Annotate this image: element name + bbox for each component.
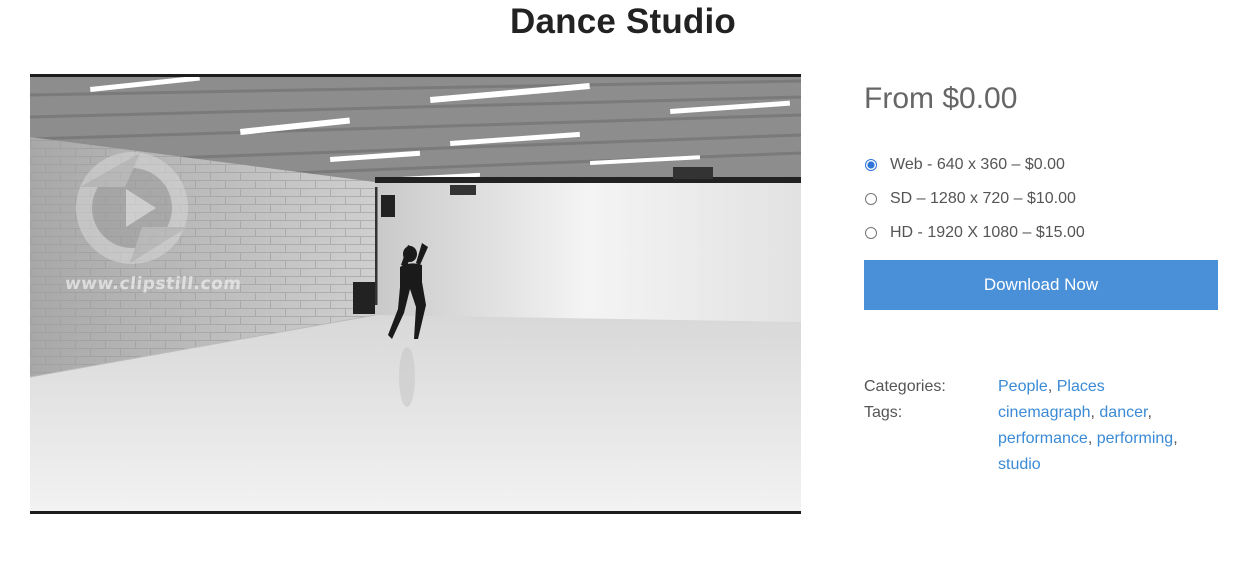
- download-now-button[interactable]: Download Now: [864, 260, 1218, 310]
- option-hd[interactable]: HD - 1920 X 1080 – $15.00: [864, 216, 1085, 250]
- tag-link-performance[interactable]: performance: [998, 430, 1088, 447]
- option-hd-label: HD - 1920 X 1080 – $15.00: [890, 224, 1085, 241]
- option-sd-label: SD – 1280 x 720 – $10.00: [890, 190, 1076, 207]
- categories-row: Categories: People, Places: [864, 374, 1198, 400]
- category-link-places[interactable]: Places: [1057, 378, 1105, 395]
- option-sd[interactable]: SD – 1280 x 720 – $10.00: [864, 182, 1085, 216]
- price-label: From $0.00: [864, 82, 1018, 115]
- option-web-radio[interactable]: [865, 159, 877, 171]
- product-meta: Categories: People, Places Tags: cinemag…: [864, 374, 1198, 478]
- tags-label: Tags:: [864, 404, 903, 421]
- product-video-still[interactable]: www.clipstill.com: [30, 74, 801, 514]
- page-title: Dance Studio: [509, 2, 737, 41]
- categories-label: Categories:: [864, 378, 946, 395]
- tag-link-performing[interactable]: performing: [1097, 430, 1173, 447]
- option-web[interactable]: Web - 640 x 360 – $0.00: [864, 148, 1085, 182]
- variation-options: Web - 640 x 360 – $0.00 SD – 1280 x 720 …: [864, 148, 1085, 250]
- watermark-text: www.clipstill.com: [63, 274, 243, 294]
- option-sd-radio[interactable]: [865, 193, 877, 205]
- tag-link-cinemagraph[interactable]: cinemagraph: [998, 404, 1091, 421]
- studio-image: [30, 77, 801, 511]
- option-hd-radio[interactable]: [865, 227, 877, 239]
- category-link-people[interactable]: People: [998, 378, 1048, 395]
- tag-link-studio[interactable]: studio: [998, 456, 1041, 473]
- option-web-label: Web - 640 x 360 – $0.00: [890, 156, 1065, 173]
- tag-link-dancer[interactable]: dancer: [1099, 404, 1147, 421]
- tags-row: Tags: cinemagraph, dancer, performance, …: [864, 400, 1198, 478]
- watermark-logo-icon: [76, 152, 188, 264]
